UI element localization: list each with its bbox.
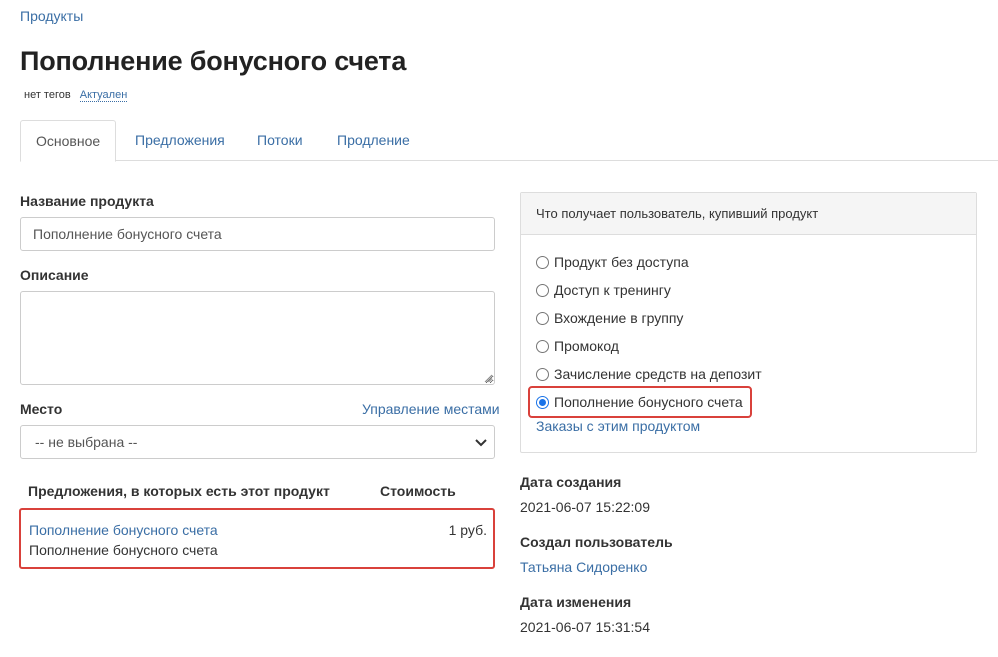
created-date-value: 2021-06-07 15:22:09 — [520, 499, 650, 515]
status-link[interactable]: Актуален — [79, 89, 128, 102]
tags-row: нет тегов Актуален — [24, 89, 128, 102]
place-select[interactable]: -- не выбрана -- — [20, 425, 495, 459]
tab-renewal[interactable]: Продление — [322, 120, 425, 161]
modified-date-value: 2021-06-07 15:31:54 — [520, 619, 650, 635]
radio-deposit[interactable]: Зачисление средств на депозит — [536, 365, 762, 383]
description-label: Описание — [20, 267, 89, 283]
radio-label: Доступ к тренингу — [554, 282, 671, 298]
created-date-label: Дата создания — [520, 474, 622, 490]
selected-option-highlight — [528, 386, 752, 418]
radio-button[interactable] — [536, 367, 549, 381]
offer-price: 1 руб. — [448, 522, 487, 538]
page-title: Пополнение бонусного счета — [20, 46, 407, 76]
radio-label: Продукт без доступа — [554, 254, 689, 270]
radio-button[interactable] — [536, 255, 549, 269]
no-tags-label: нет тегов — [24, 89, 71, 101]
orders-with-product-link[interactable]: Заказы с этим продуктом — [536, 418, 700, 434]
resize-grip-icon[interactable] — [484, 374, 493, 383]
product-name-input[interactable] — [20, 217, 495, 251]
creator-label: Создал пользователь — [520, 534, 673, 550]
breadcrumb-products[interactable]: Продукты — [20, 8, 83, 24]
radio-no-access[interactable]: Продукт без доступа — [536, 253, 689, 271]
modified-date-label: Дата изменения — [520, 594, 632, 610]
radio-training-access[interactable]: Доступ к тренингу — [536, 281, 671, 299]
radio-promocode[interactable]: Промокод — [536, 337, 619, 355]
tab-bar: Основное Предложения Потоки Продление — [20, 120, 998, 162]
offer-description: Пополнение бонусного счета — [29, 542, 218, 558]
radio-button[interactable] — [536, 311, 549, 325]
radio-label: Промокод — [554, 338, 619, 354]
radio-button[interactable] — [536, 283, 549, 297]
price-column-header: Стоимость — [380, 483, 456, 499]
description-textarea[interactable] — [20, 291, 495, 385]
offer-row: Пополнение бонусного счета Пополнение бо… — [19, 508, 495, 569]
chevron-down-icon — [475, 439, 487, 447]
radio-join-group[interactable]: Вхождение в группу — [536, 309, 683, 327]
tab-offers[interactable]: Предложения — [120, 120, 240, 161]
place-select-value: -- не выбрана -- — [35, 434, 138, 450]
radio-label: Вхождение в группу — [554, 310, 684, 326]
product-name-label: Название продукта — [20, 193, 154, 209]
radio-label: Зачисление средств на депозит — [554, 366, 762, 382]
tab-streams[interactable]: Потоки — [242, 120, 318, 161]
access-panel-heading: Что получает пользователь, купивший прод… — [521, 193, 976, 235]
tab-main[interactable]: Основное — [20, 120, 116, 162]
offers-column-header: Предложения, в которых есть этот продукт — [28, 483, 330, 499]
manage-places-link[interactable]: Управление местами — [362, 401, 500, 417]
radio-button[interactable] — [536, 339, 549, 353]
creator-link[interactable]: Татьяна Сидоренко — [520, 559, 647, 575]
offer-link[interactable]: Пополнение бонусного счета — [29, 522, 218, 538]
place-label: Место — [20, 401, 63, 417]
